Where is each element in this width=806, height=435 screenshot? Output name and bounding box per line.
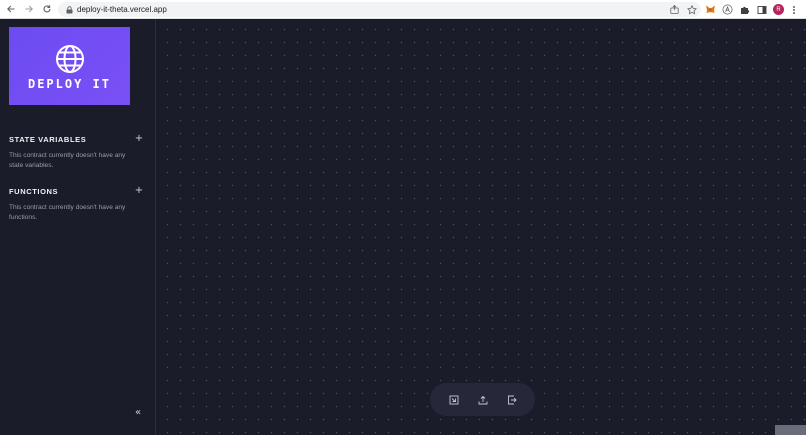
functions-empty-message: This contract currently doesn't have any… [9, 204, 126, 221]
fox-icon [706, 5, 715, 13]
deploy-it-logo: DEPLOY IT [9, 27, 130, 105]
browser-menu-button[interactable] [790, 4, 798, 15]
sidebar: DEPLOY IT STATE VARIABLES + This contrac… [0, 19, 156, 435]
double-chevron-left-icon: « [134, 407, 142, 418]
url-text: deploy-it-theta.vercel.app [77, 5, 167, 14]
star-icon [687, 4, 697, 14]
add-state-variable-button[interactable]: + [134, 134, 144, 144]
side-panel-button[interactable] [756, 4, 767, 15]
browser-chrome: deploy-it-theta.vercel.app R [0, 0, 806, 19]
canvas-toolbar [430, 383, 535, 416]
add-function-button[interactable]: + [134, 186, 144, 196]
share-button[interactable] [669, 5, 679, 15]
upload-icon [478, 395, 487, 404]
arrow-left-icon [7, 5, 15, 13]
deploy-button[interactable] [477, 394, 488, 405]
extensions-button[interactable] [739, 4, 750, 15]
logo-text: DEPLOY IT [27, 77, 112, 91]
dot-icon [793, 8, 795, 11]
lock-icon [62, 2, 76, 17]
letter-a-icon [722, 4, 733, 15]
plus-icon: + [134, 133, 144, 144]
dot-icon [793, 11, 795, 14]
state-variables-title: STATE VARIABLES [9, 135, 87, 144]
address-bar[interactable]: deploy-it-theta.vercel.app [58, 2, 701, 17]
extensions-area: R [705, 0, 798, 19]
plus-icon: + [134, 185, 144, 196]
flow-canvas[interactable] [157, 19, 806, 435]
profile-initial: R [776, 6, 781, 13]
corner-overlay [775, 425, 806, 435]
bookmark-button[interactable] [687, 4, 697, 15]
state-variables-empty-message: This contract currently doesn't have any… [9, 152, 126, 169]
exit-icon [507, 395, 517, 404]
side-panel-icon [757, 5, 766, 14]
code-icon [449, 395, 458, 404]
dot-icon [793, 5, 795, 8]
profile-avatar[interactable]: R [773, 4, 784, 15]
forward-button[interactable] [20, 0, 38, 19]
reload-icon [43, 5, 51, 13]
functions-title: FUNCTIONS [9, 187, 59, 196]
view-code-button[interactable] [448, 394, 459, 405]
globe-icon [55, 45, 84, 73]
share-icon [669, 5, 679, 14]
metamask-extension-button[interactable] [705, 4, 716, 15]
collapse-sidebar-button[interactable]: « [133, 408, 143, 418]
arrow-right-icon [25, 5, 33, 13]
address-bar-actions [669, 2, 697, 17]
reload-button[interactable] [38, 0, 56, 19]
back-button[interactable] [2, 0, 20, 19]
puzzle-icon [740, 6, 749, 14]
exit-button[interactable] [506, 394, 517, 405]
extension-a-button[interactable] [722, 4, 733, 15]
